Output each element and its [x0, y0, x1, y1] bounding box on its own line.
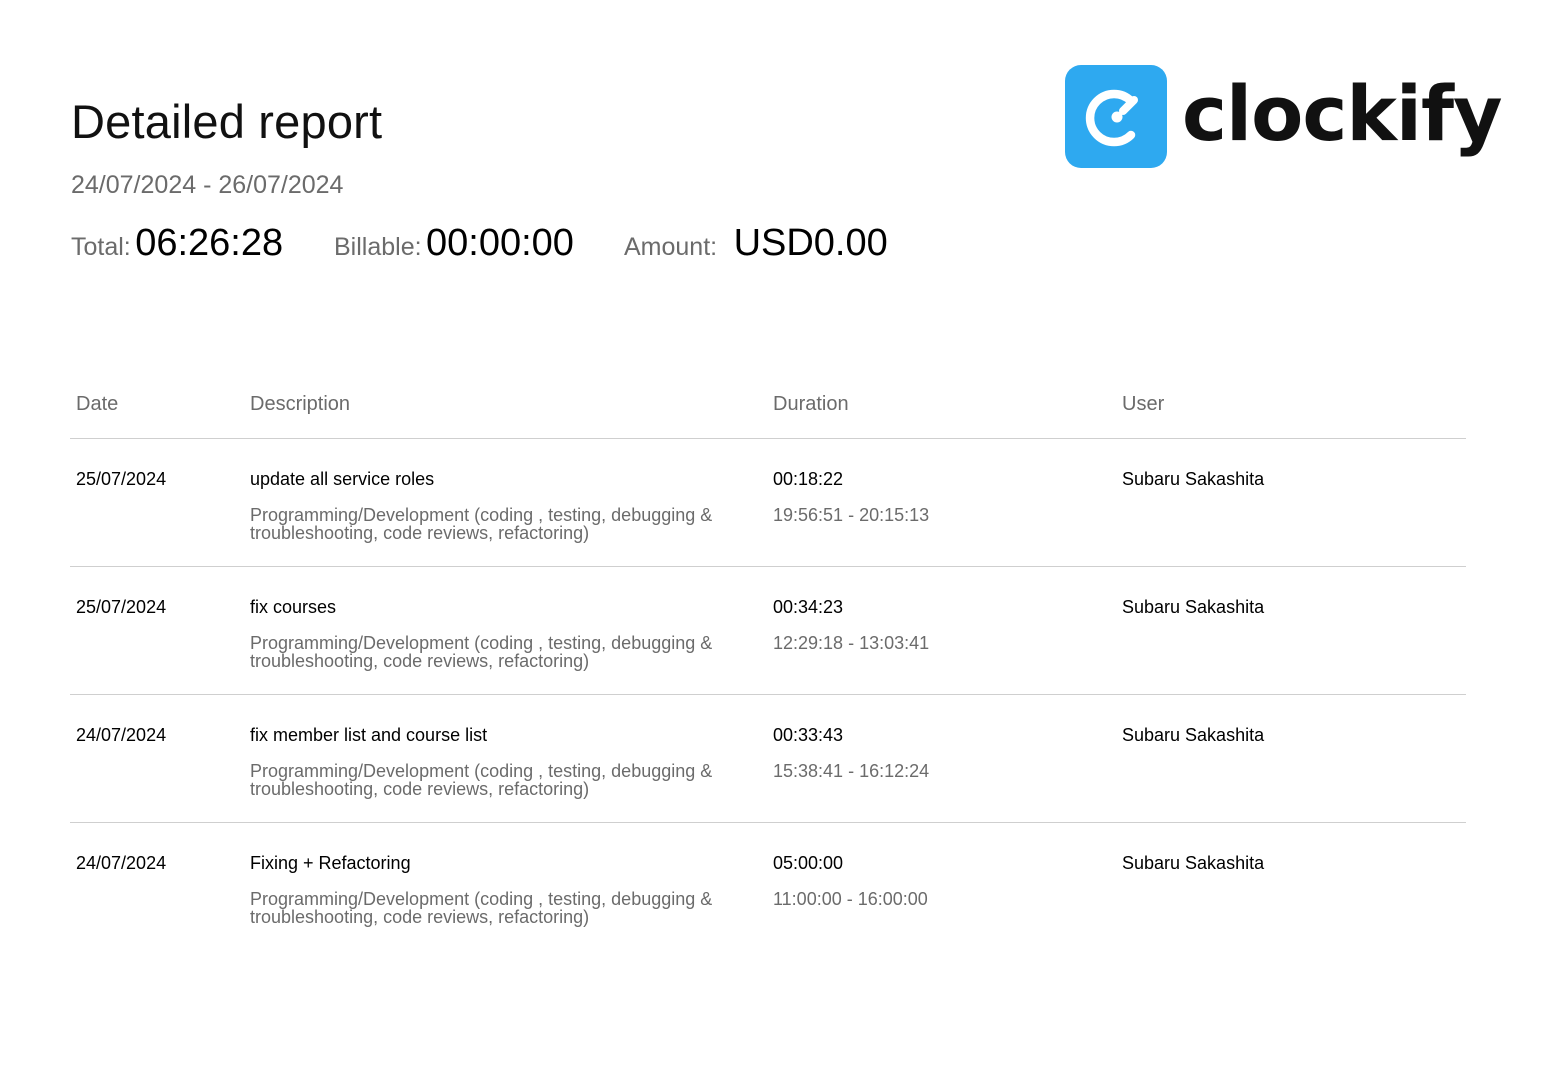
header-description: Description [250, 393, 351, 415]
entry-date: 24/07/2024 [76, 725, 167, 745]
summary-total-label: Total: [71, 233, 131, 261]
page-title: Detailed report [71, 95, 383, 148]
entry-duration: 00:34:23 [773, 597, 844, 617]
header-duration: Duration [773, 393, 849, 415]
entry-time-range: 12:29:18 - 13:03:41 [773, 633, 930, 653]
summary-billable: Billable: 00:00:00 [334, 222, 574, 272]
entry-project: Programming/Development (coding , testin… [250, 761, 713, 799]
clockify-logo-icon [1065, 65, 1167, 168]
entry-user: Subaru Sakashita [1122, 597, 1265, 617]
summary-amount-value: USD0.00 [733, 222, 888, 264]
entry-date: 25/07/2024 [76, 469, 167, 489]
entry-user: Subaru Sakashita [1122, 469, 1265, 489]
entry-description: Fixing + Refactoring [250, 853, 411, 873]
entry-duration: 05:00:00 [773, 853, 844, 873]
table-row: 24/07/2024 Fixing + Refactoring Programm… [70, 823, 1466, 950]
summary-billable-label: Billable: [334, 233, 422, 261]
entry-date: 24/07/2024 [76, 853, 167, 873]
entry-duration: 00:18:22 [773, 469, 844, 489]
table-row: 25/07/2024 fix courses Programming/Devel… [70, 567, 1466, 695]
table-row: 24/07/2024 fix member list and course li… [70, 695, 1466, 823]
entry-user: Subaru Sakashita [1122, 853, 1265, 873]
entry-date: 25/07/2024 [76, 597, 167, 617]
clockify-wordmark: clockify [1182, 69, 1503, 158]
entry-description: fix courses [250, 597, 337, 617]
table-row: 25/07/2024 update all service roles Prog… [70, 439, 1466, 567]
entry-user: Subaru Sakashita [1122, 725, 1265, 745]
entry-time-range: 11:00:00 - 16:00:00 [773, 889, 928, 909]
summary-total-value: 06:26:28 [135, 222, 284, 264]
entry-description: update all service roles [250, 469, 435, 489]
entry-time-range: 19:56:51 - 20:15:13 [773, 505, 930, 525]
header-date: Date [76, 393, 119, 415]
table-header: Date Description Duration User [70, 380, 1466, 439]
header-user: User [1122, 393, 1165, 415]
entry-description: fix member list and course list [250, 725, 488, 745]
clockify-logo: clockify [1065, 65, 1503, 169]
entry-time-range: 15:38:41 - 16:12:24 [773, 761, 930, 781]
report-date-range: 24/07/2024 - 26/07/2024 [71, 171, 344, 199]
summary-total: Total: 06:26:28 [71, 222, 283, 272]
entry-project: Programming/Development (coding , testin… [250, 633, 713, 671]
entry-duration: 00:33:43 [773, 725, 844, 745]
entry-project: Programming/Development (coding , testin… [250, 889, 713, 927]
time-entries-table: Date Description Duration User 25/07/202… [70, 380, 1466, 950]
summary-amount: Amount: USD0.00 [624, 222, 888, 272]
summary-billable-value: 00:00:00 [426, 222, 574, 264]
summary-amount-label: Amount: [624, 233, 718, 261]
entry-project: Programming/Development (coding , testin… [250, 505, 713, 543]
